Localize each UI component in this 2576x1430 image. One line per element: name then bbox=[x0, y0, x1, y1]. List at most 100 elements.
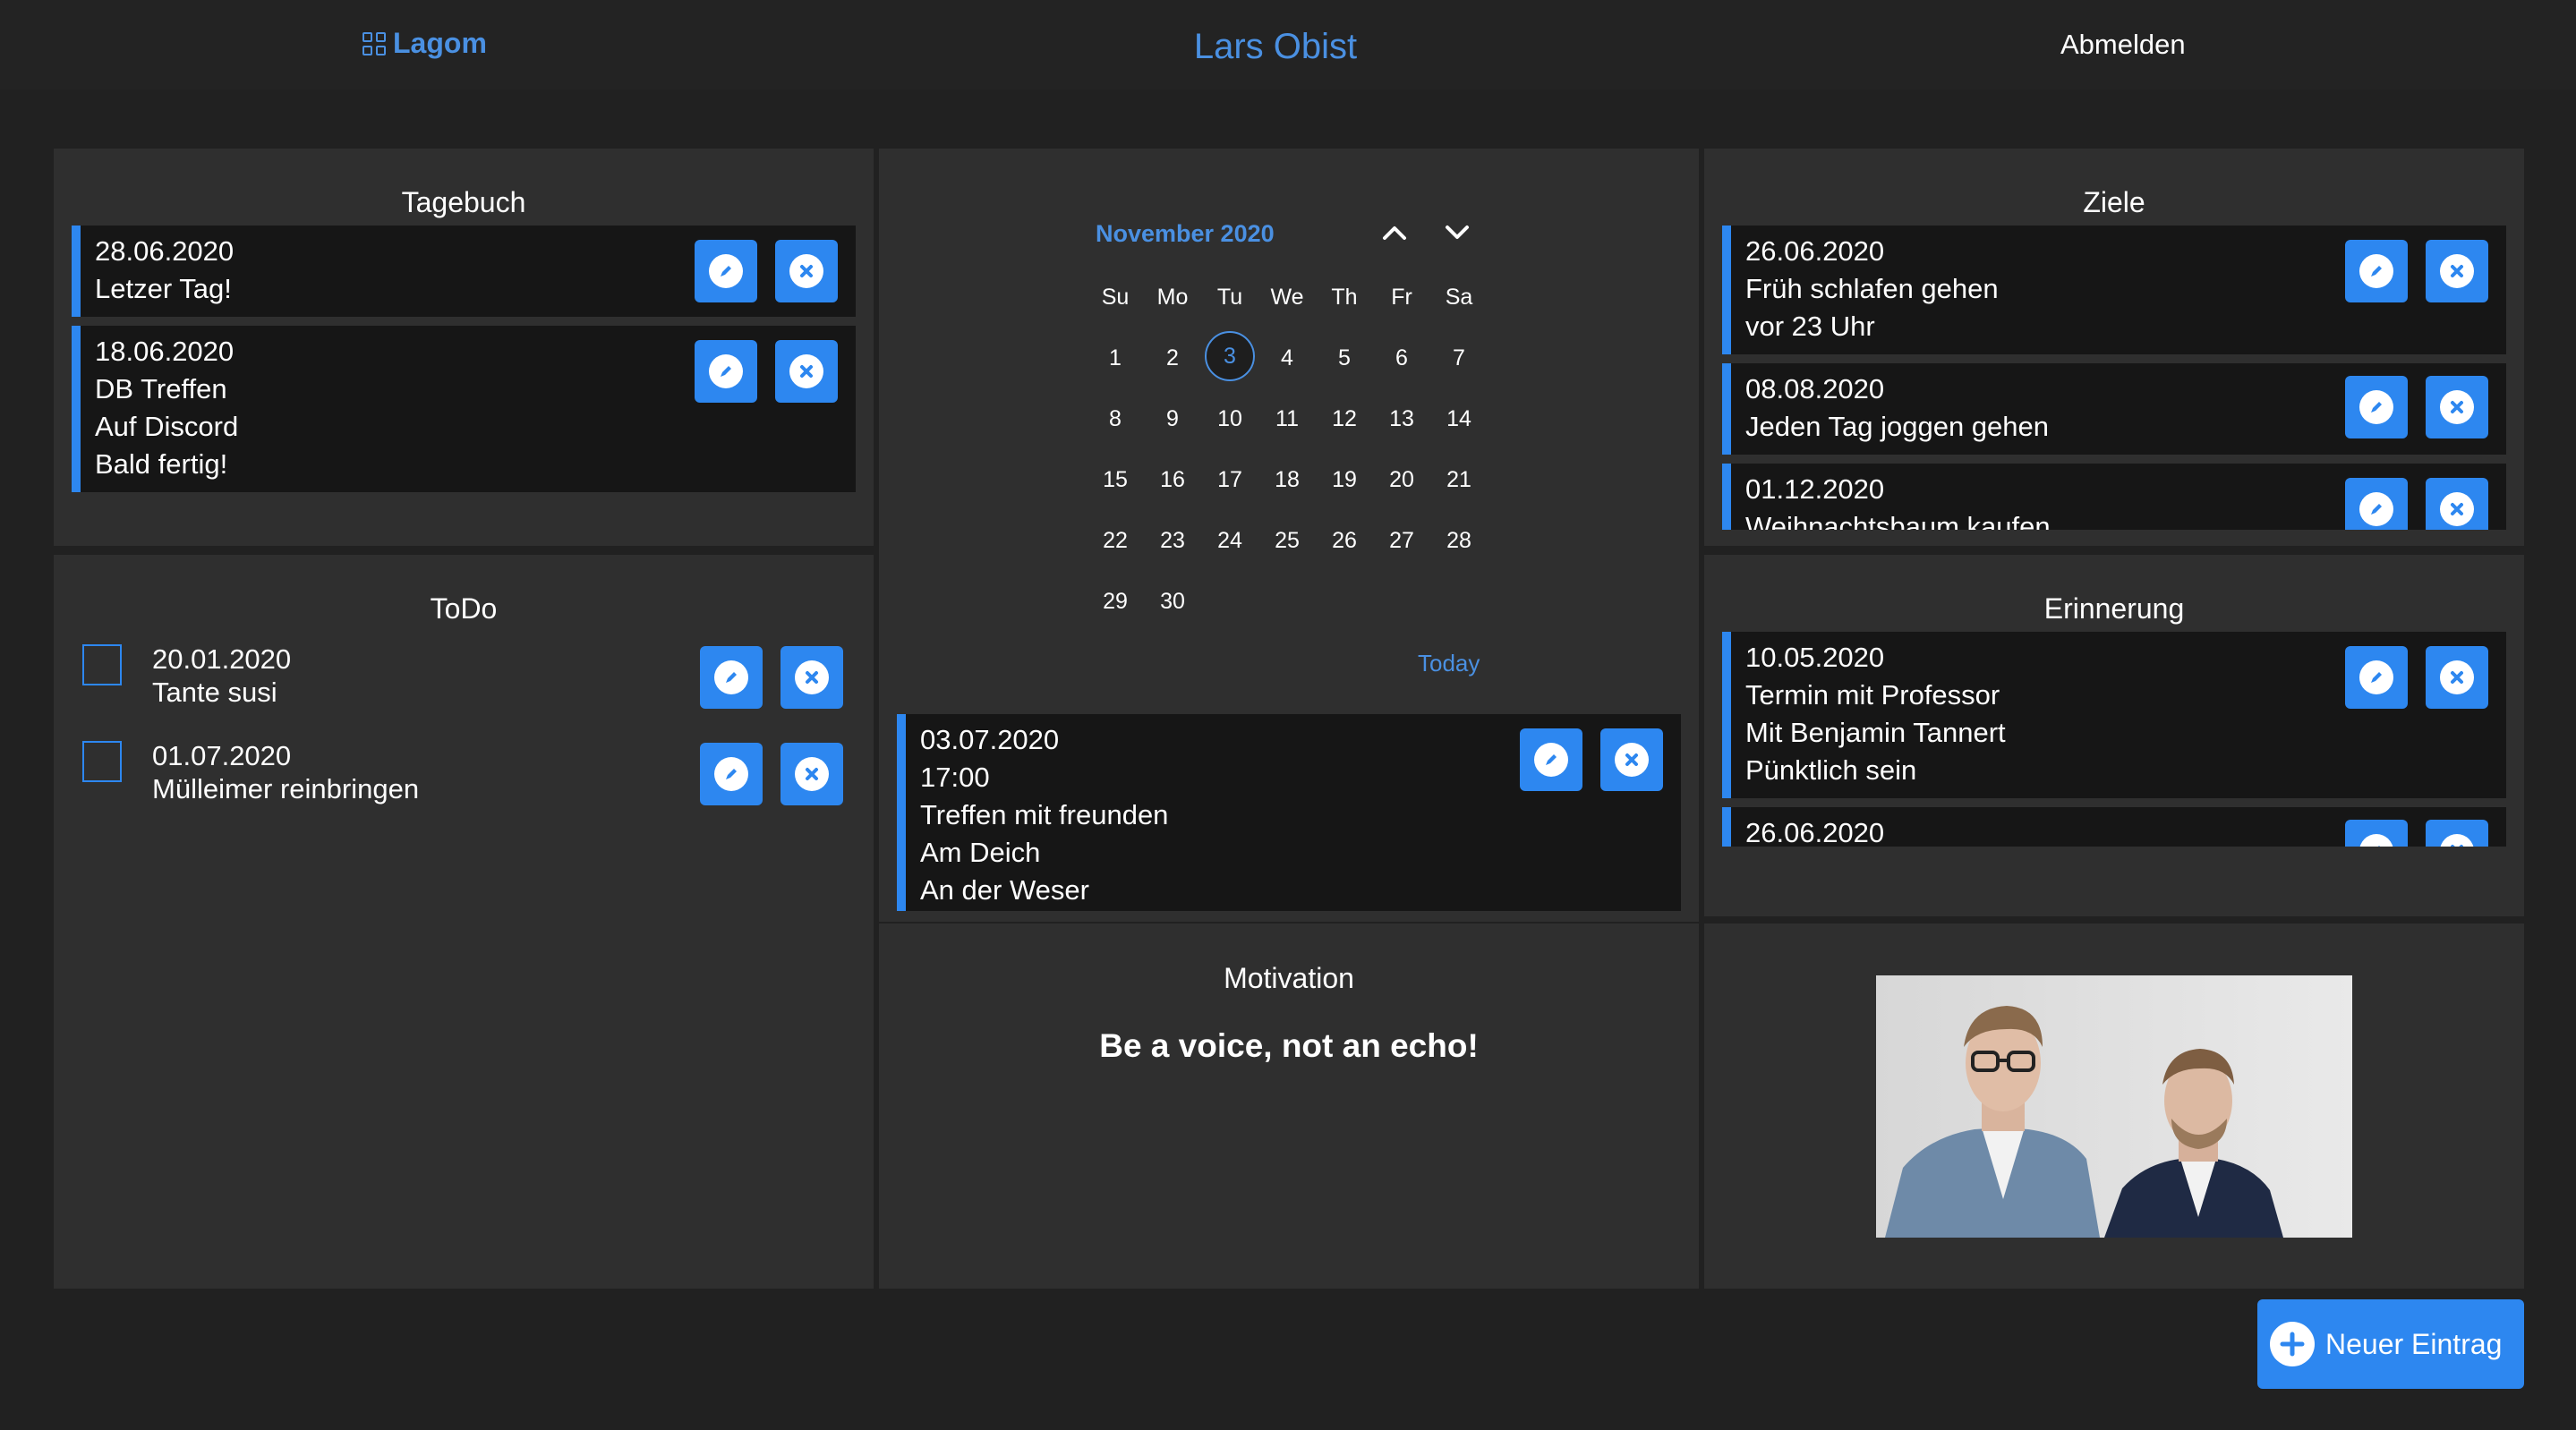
delete-button[interactable] bbox=[2426, 376, 2488, 438]
calendar-day[interactable]: 2 bbox=[1144, 345, 1201, 371]
entry-line: Weihnachtsbaum kaufen bbox=[1745, 511, 2051, 530]
calendar-day[interactable]: 23 bbox=[1144, 528, 1201, 554]
calendar-day[interactable]: 5 bbox=[1316, 345, 1373, 371]
calendar-day[interactable]: 1 bbox=[1087, 345, 1144, 371]
calendar-day[interactable]: 25 bbox=[1258, 528, 1316, 554]
calendar-day[interactable]: 29 bbox=[1087, 589, 1144, 615]
calendar-day[interactable]: 27 bbox=[1373, 528, 1430, 554]
todo-text: 20.01.2020 Tante susi bbox=[152, 643, 291, 709]
calendar-month[interactable]: November 2020 bbox=[1096, 220, 1275, 248]
entry-line: Auf Discord bbox=[95, 411, 239, 442]
delete-button[interactable] bbox=[780, 646, 843, 709]
entry-line: vor 23 Uhr bbox=[1745, 311, 1875, 342]
pencil-icon bbox=[2359, 390, 2393, 424]
calendar-day[interactable]: 14 bbox=[1430, 406, 1488, 432]
entry-line: DB Treffen bbox=[95, 373, 227, 404]
edit-button[interactable] bbox=[2345, 376, 2408, 438]
edit-button[interactable] bbox=[2345, 240, 2408, 302]
calendar-day[interactable]: 4 bbox=[1258, 345, 1316, 371]
calendar-day[interactable]: 9 bbox=[1144, 406, 1201, 432]
event-line: An der Weser bbox=[920, 874, 1089, 906]
calendar-day[interactable]: 12 bbox=[1316, 406, 1373, 432]
entry-date: 08.08.2020 bbox=[1745, 373, 1885, 404]
calendar-day[interactable]: 6 bbox=[1373, 345, 1430, 371]
chevron-up-icon[interactable] bbox=[1377, 215, 1412, 251]
entry-date: 01.12.2020 bbox=[1745, 473, 1885, 505]
calendar-day[interactable]: 18 bbox=[1258, 467, 1316, 493]
pencil-icon bbox=[2359, 254, 2393, 288]
weekday-label: Fr bbox=[1391, 285, 1412, 310]
edit-button[interactable] bbox=[695, 240, 757, 302]
delete-button[interactable] bbox=[2426, 240, 2488, 302]
todo-checkbox[interactable] bbox=[82, 741, 122, 782]
edit-button[interactable] bbox=[1520, 728, 1582, 791]
motivation-title: Motivation bbox=[1224, 962, 1354, 994]
calendar-day[interactable]: 15 bbox=[1087, 467, 1144, 493]
edit-button[interactable] bbox=[700, 646, 763, 709]
close-circle-icon bbox=[789, 254, 823, 288]
pencil-icon bbox=[2359, 492, 2393, 526]
weekday-label: Th bbox=[1331, 285, 1358, 310]
entry-line: Bald fertig! bbox=[95, 448, 228, 480]
card-title: Ziele bbox=[2083, 186, 2145, 218]
close-circle-icon bbox=[795, 660, 829, 694]
todo-label: Mülleimer reinbringen bbox=[152, 773, 420, 804]
calendar-day[interactable]: 7 bbox=[1430, 345, 1488, 371]
weekday-label: We bbox=[1270, 285, 1304, 310]
calendar-day[interactable]: 20 bbox=[1373, 467, 1430, 493]
entry-date: 18.06.2020 bbox=[95, 336, 235, 367]
calendar-day[interactable]: 10 bbox=[1201, 406, 1258, 432]
pencil-icon bbox=[714, 757, 748, 791]
delete-button[interactable] bbox=[2426, 646, 2488, 709]
calendar-day[interactable]: 3 bbox=[1205, 331, 1255, 381]
motivation-quote: Be a voice, not an echo! bbox=[1099, 1027, 1479, 1064]
calendar-day[interactable]: 26 bbox=[1316, 528, 1373, 554]
calendar-day[interactable]: 16 bbox=[1144, 467, 1201, 493]
close-circle-icon bbox=[1615, 743, 1649, 777]
weekday-label: Tu bbox=[1216, 285, 1243, 310]
edit-button[interactable] bbox=[700, 743, 763, 805]
new-entry-button[interactable]: Neuer Eintrag bbox=[2257, 1299, 2524, 1389]
new-entry-label: Neuer Eintrag bbox=[2325, 1327, 2503, 1360]
card-title: Erinnerung bbox=[2043, 592, 2185, 625]
calendar-day[interactable]: 30 bbox=[1144, 589, 1201, 615]
delete-button[interactable] bbox=[780, 743, 843, 805]
calendar-day[interactable]: 8 bbox=[1087, 406, 1144, 432]
delete-button[interactable] bbox=[1600, 728, 1663, 791]
calendar-day[interactable]: 11 bbox=[1258, 406, 1316, 432]
calendar-day[interactable]: 22 bbox=[1087, 528, 1144, 554]
today-button[interactable]: Today bbox=[1418, 650, 1480, 677]
delete-button[interactable] bbox=[775, 240, 838, 302]
calendar-day[interactable]: 24 bbox=[1201, 528, 1258, 554]
close-circle-icon bbox=[2440, 254, 2474, 288]
todo-label: Tante susi bbox=[152, 677, 277, 708]
pencil-icon bbox=[709, 254, 743, 288]
chevron-down-icon[interactable] bbox=[1439, 215, 1475, 251]
calendar-day[interactable]: 19 bbox=[1316, 467, 1373, 493]
todo-checkbox[interactable] bbox=[82, 644, 122, 685]
todo-date: 20.01.2020 bbox=[152, 643, 292, 675]
close-circle-icon bbox=[2440, 492, 2474, 526]
event-line: Am Deich bbox=[920, 837, 1041, 868]
weekday-label: Su bbox=[1101, 285, 1130, 310]
todo-date: 01.07.2020 bbox=[152, 740, 292, 771]
logout-link[interactable]: Abmelden bbox=[2060, 29, 2186, 61]
todo-text: 01.07.2020 Mülleimer reinbringen bbox=[152, 739, 419, 805]
event-date: 03.07.2020 bbox=[920, 724, 1060, 755]
edit-button[interactable] bbox=[695, 340, 757, 403]
entry-line: Pünktlich sein bbox=[1745, 754, 1917, 786]
delete-button[interactable] bbox=[775, 340, 838, 403]
calendar-day[interactable]: 28 bbox=[1430, 528, 1488, 554]
edit-button[interactable] bbox=[2345, 646, 2408, 709]
close-circle-icon bbox=[795, 757, 829, 791]
entry-date: 28.06.2020 bbox=[95, 235, 235, 267]
weekday-label: Mo bbox=[1156, 285, 1189, 310]
calendar-day[interactable]: 21 bbox=[1430, 467, 1488, 493]
calendar-day[interactable]: 17 bbox=[1201, 467, 1258, 493]
entry-line: Mit Benjamin Tannert bbox=[1745, 717, 2006, 748]
calendar-day[interactable]: 13 bbox=[1373, 406, 1430, 432]
entry-line: Jeden Tag joggen gehen bbox=[1745, 411, 2050, 442]
plus-circle-icon bbox=[2270, 1322, 2315, 1366]
entry-date: 10.05.2020 bbox=[1745, 642, 1885, 673]
card-title: Tagebuch bbox=[401, 186, 526, 218]
